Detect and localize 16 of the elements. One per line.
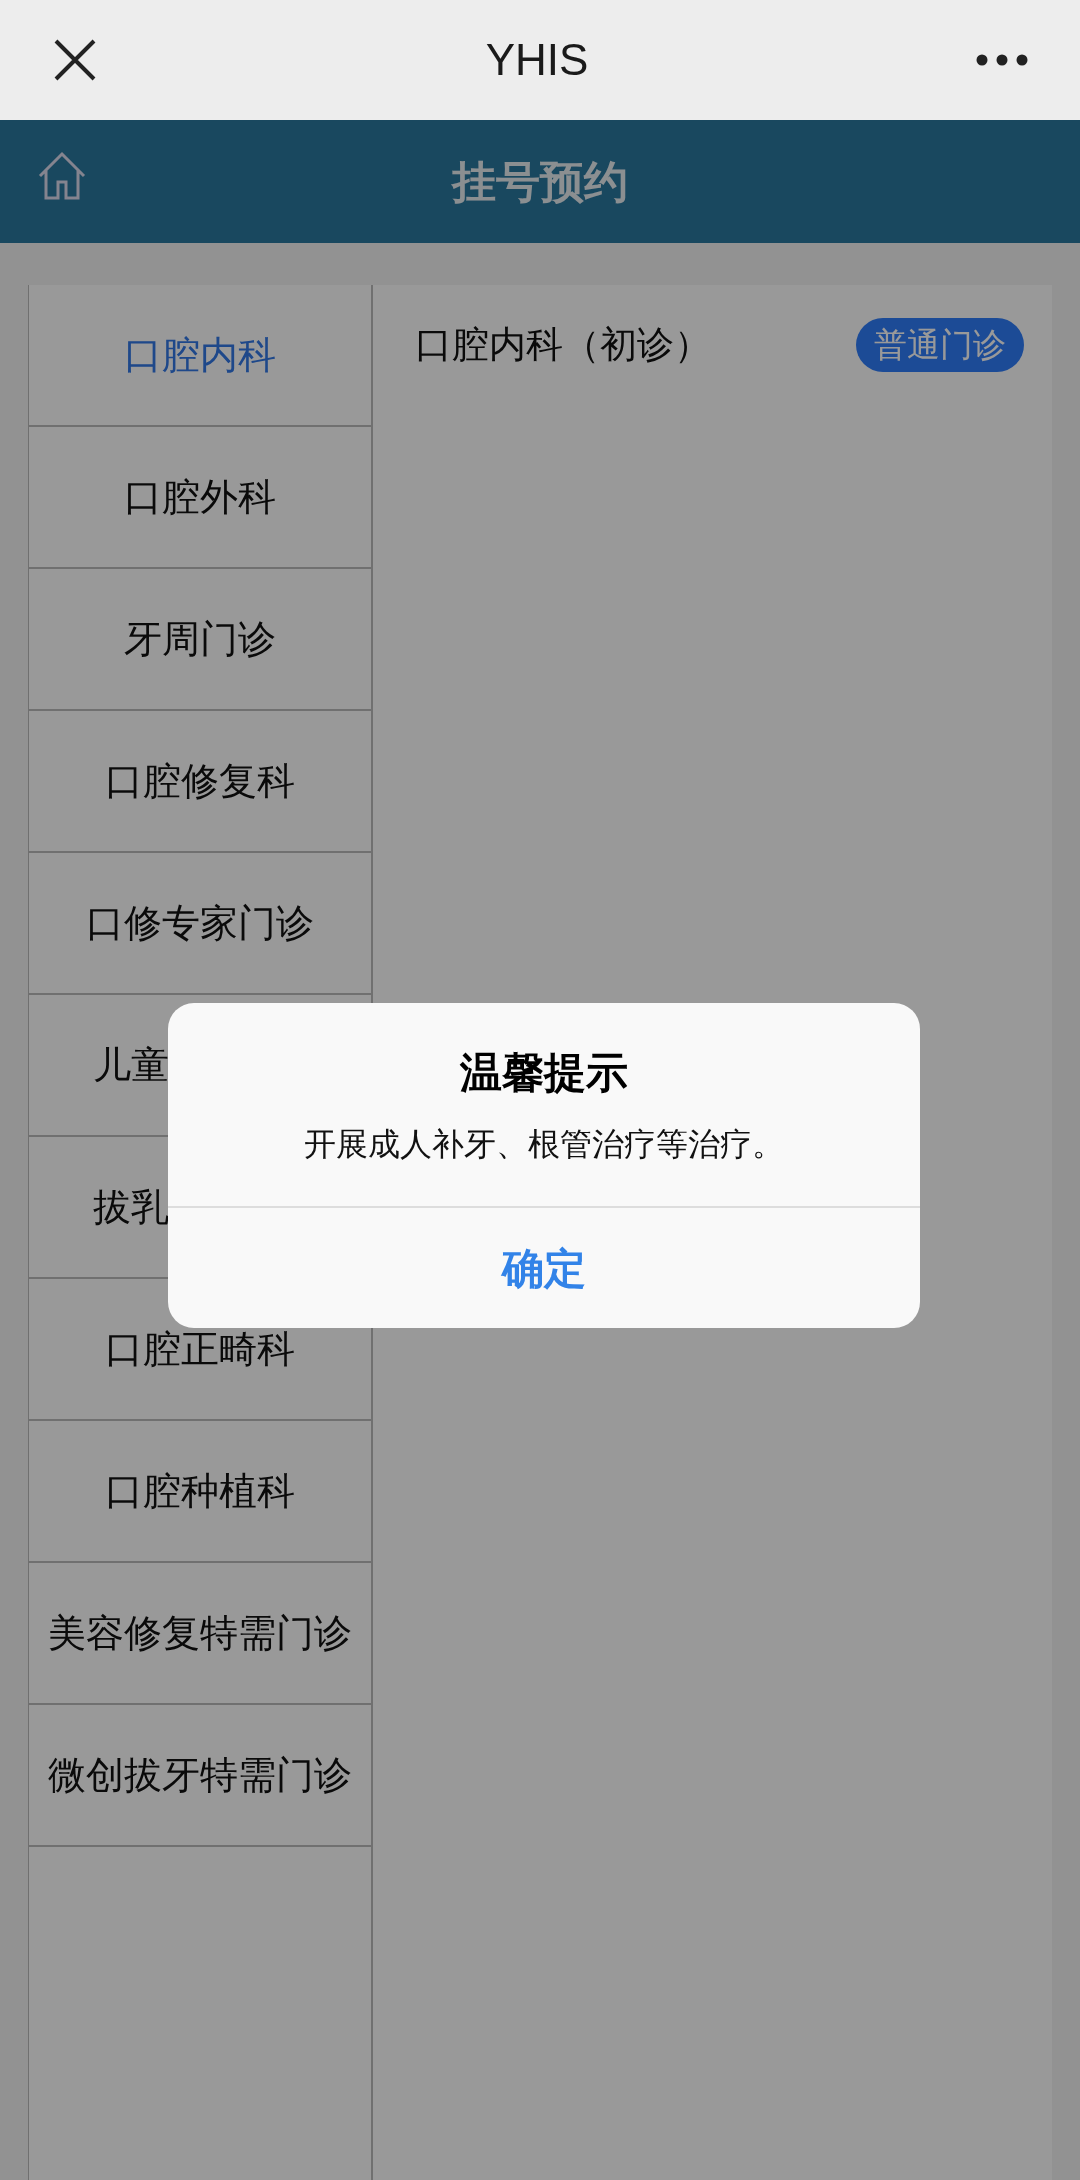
- department-item[interactable]: 美容修复特需门诊: [29, 1563, 371, 1705]
- more-icon[interactable]: [976, 54, 1028, 66]
- close-icon[interactable]: [52, 37, 98, 83]
- dialog-title: 温馨提示: [460, 1048, 628, 1098]
- window-title: YHIS: [485, 34, 589, 86]
- department-item[interactable]: 口修专家门诊: [29, 853, 371, 995]
- home-icon[interactable]: [36, 150, 88, 202]
- dialog-message: 开展成人补牙、根管治疗等治疗。: [304, 1125, 784, 1164]
- department-item[interactable]: 牙周门诊: [29, 569, 371, 711]
- department-item[interactable]: 口腔修复科: [29, 711, 371, 853]
- page-title: 挂号预约: [452, 155, 628, 208]
- department-item[interactable]: 口腔外科: [29, 427, 371, 569]
- clinic-tag: 普通门诊: [856, 318, 1024, 372]
- department-item[interactable]: 口腔种植科: [29, 1421, 371, 1563]
- department-item[interactable]: 微创拔牙特需门诊: [29, 1705, 371, 1847]
- clinic-name[interactable]: 口腔内科（初诊）: [415, 317, 711, 373]
